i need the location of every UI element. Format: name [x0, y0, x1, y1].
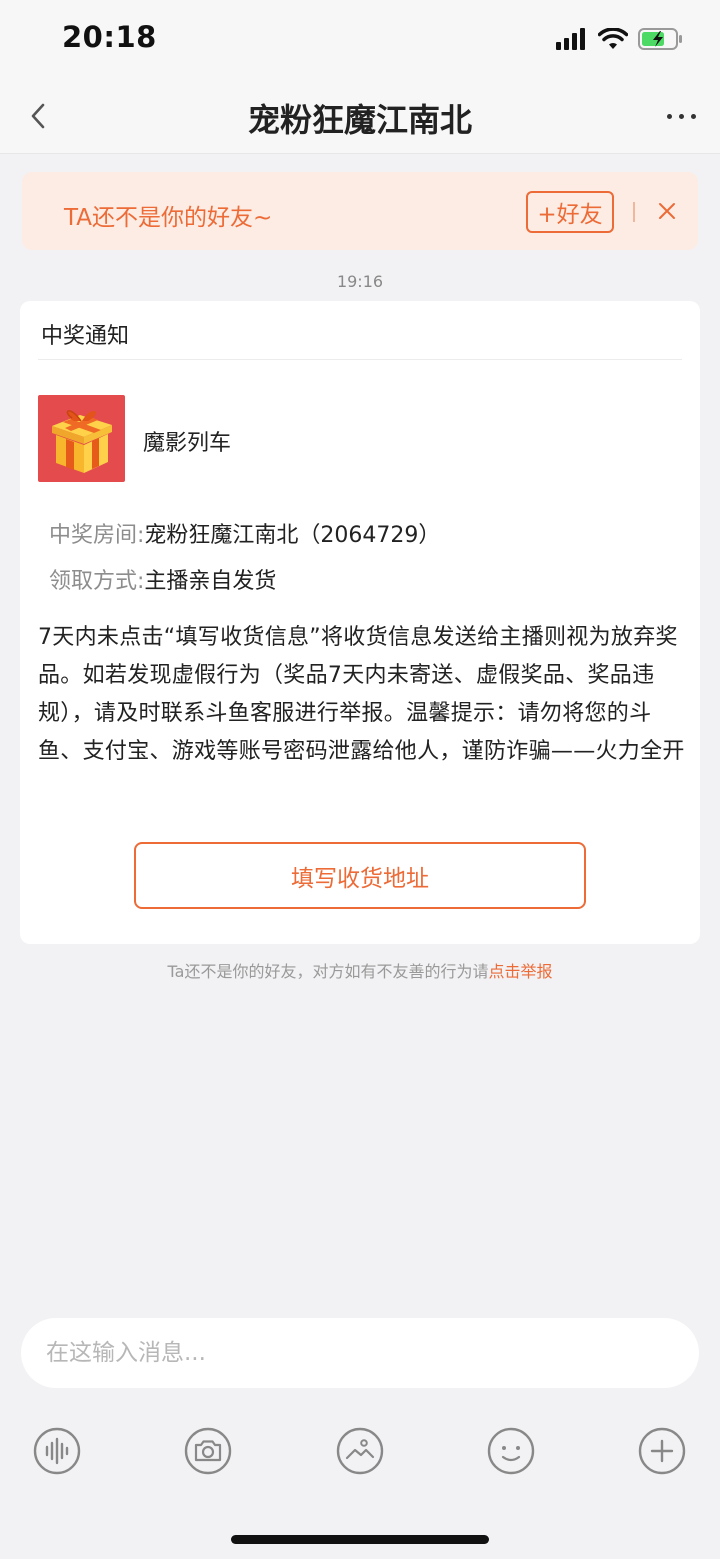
- page-title: 宠粉狂魔江南北: [247, 101, 472, 139]
- status-bar: 20:18: [0, 0, 720, 78]
- prize-description: 7天内未点击“填写收货信息”将收货信息发送给主播则视为放弃奖品。如若发现虚假行为…: [38, 625, 685, 764]
- battery-icon: [638, 28, 682, 50]
- gift-box-icon: [52, 410, 112, 473]
- winning-room-value: 宠粉狂魔江南北（2064729）: [144, 523, 441, 548]
- winning-room-row: 中奖房间:宠粉狂魔江南北（2064729）: [49, 517, 440, 549]
- more-options-button[interactable]: [656, 96, 706, 136]
- close-banner-button[interactable]: [654, 198, 680, 224]
- prize-gift-image: [38, 395, 125, 482]
- safety-notice: Ta还不是你的好友，对方如有不友善的行为请点击举报: [0, 958, 720, 982]
- more-dot-icon: [690, 113, 696, 119]
- more-dot-icon: [678, 113, 684, 119]
- winning-room-label: 中奖房间:: [49, 523, 145, 548]
- wifi-icon: [598, 28, 628, 49]
- status-icons: [556, 26, 684, 52]
- close-icon: [659, 203, 675, 219]
- card-title: 中奖通知: [41, 324, 130, 349]
- message-input[interactable]: [21, 1318, 699, 1388]
- signal-icon: [556, 28, 585, 50]
- fill-address-button[interactable]: 填写收货地址: [134, 842, 586, 909]
- safety-notice-text: Ta还不是你的好友，对方如有不友善的行为请: [167, 962, 489, 981]
- nav-bar: 宠粉狂魔江南北: [0, 78, 720, 154]
- plus-icon[interactable]: [638, 1427, 686, 1475]
- message-input-box: [21, 1318, 699, 1388]
- claim-method-label: 领取方式:: [49, 569, 145, 594]
- friend-banner-text: TA还不是你的好友~: [64, 205, 273, 231]
- claim-method-value: 主播亲自发货: [144, 569, 277, 594]
- status-time: 20:18: [62, 20, 157, 54]
- emoji-icon[interactable]: [487, 1427, 535, 1475]
- more-dot-icon: [666, 113, 672, 119]
- banner-divider: [633, 202, 635, 222]
- home-indicator: [231, 1535, 489, 1544]
- add-friend-button[interactable]: +好友: [526, 191, 614, 233]
- claim-method-row: 领取方式:主播亲自发货: [49, 563, 276, 595]
- voice-icon[interactable]: [33, 1427, 81, 1475]
- prize-notification-card: 中奖通知 魔影列车 中奖房间:宠粉狂魔江南北（2064729） 领取方式:主播亲…: [20, 301, 700, 944]
- camera-icon[interactable]: [184, 1427, 232, 1475]
- image-icon[interactable]: [336, 1427, 384, 1475]
- card-divider: [38, 359, 682, 360]
- prize-name: 魔影列车: [143, 431, 232, 456]
- message-timestamp: 19:16: [336, 272, 384, 291]
- report-link[interactable]: 点击举报: [488, 962, 552, 981]
- friend-banner: TA还不是你的好友~ +好友: [22, 172, 698, 250]
